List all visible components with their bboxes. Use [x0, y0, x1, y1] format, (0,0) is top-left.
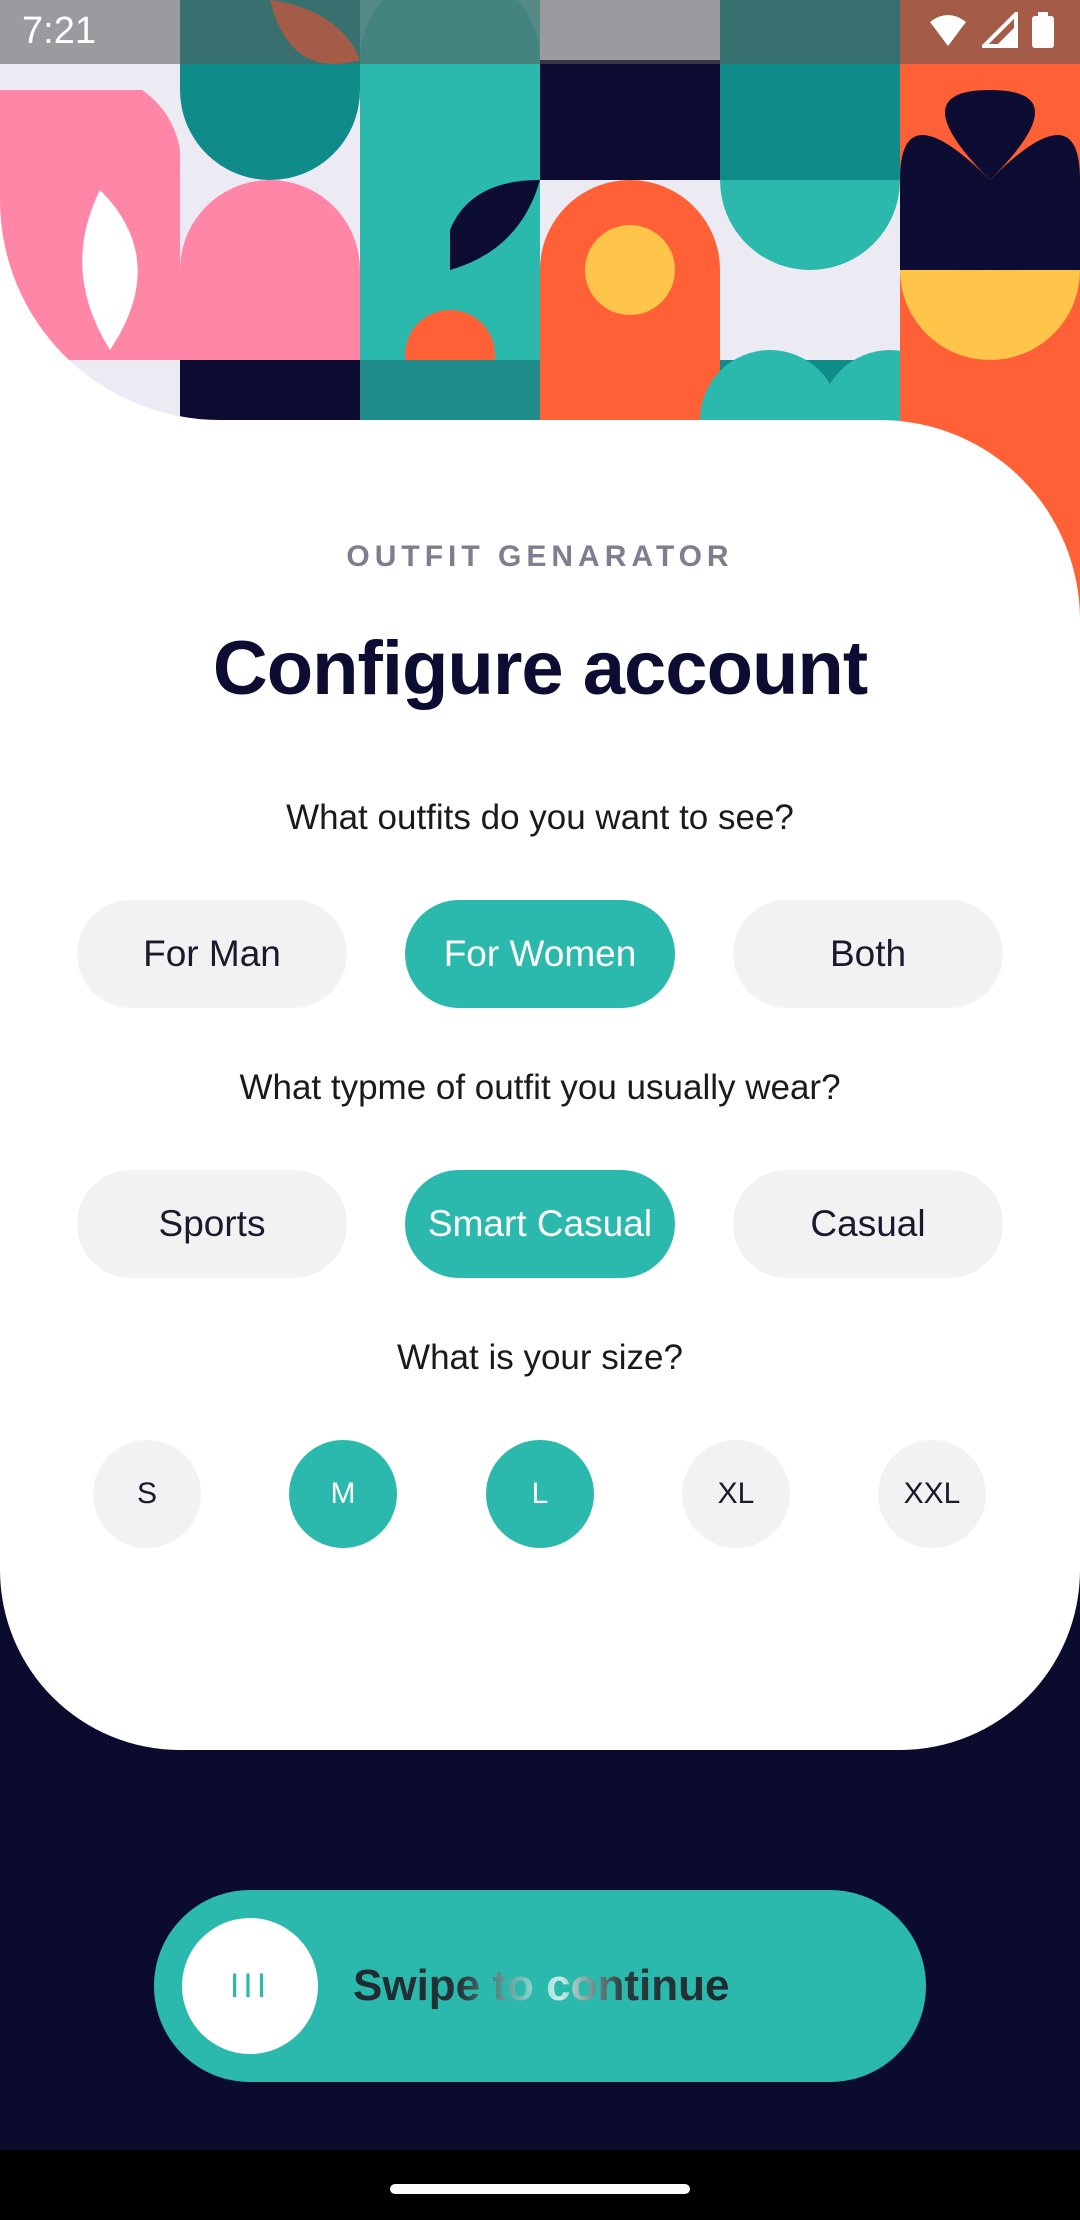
- option-casual-button[interactable]: Casual: [733, 1170, 1003, 1278]
- swipe-to-continue-slider[interactable]: III Swipe to continue: [154, 1890, 926, 2082]
- size-question-label: What is your size?: [397, 1338, 683, 1377]
- cellular-signal-icon: [982, 12, 1018, 48]
- size-options: S M L XL XXL: [0, 1440, 1080, 1548]
- option-for-man-button[interactable]: For Man: [77, 900, 347, 1008]
- home-gesture-handle[interactable]: [390, 2184, 690, 2194]
- swipe-label: Swipe to continue: [353, 1890, 729, 2082]
- style-question-label: What typme of outfit you usually wear?: [239, 1068, 841, 1107]
- status-bar: 7:21: [0, 0, 1080, 64]
- battery-icon: [1032, 12, 1054, 48]
- size-m-button[interactable]: M: [289, 1440, 397, 1548]
- size-xxl-button[interactable]: XXL: [878, 1440, 986, 1548]
- size-xl-button[interactable]: XL: [682, 1440, 790, 1548]
- swipe-handle-icon[interactable]: III: [182, 1918, 318, 2054]
- size-l-button[interactable]: L: [486, 1440, 594, 1548]
- status-time: 7:21: [22, 10, 96, 52]
- option-smart-casual-button[interactable]: Smart Casual: [405, 1170, 675, 1278]
- style-options: Sports Smart Casual Casual: [0, 1170, 1080, 1278]
- gender-question-label: What outfits do you want to see?: [286, 798, 794, 837]
- option-sports-button[interactable]: Sports: [77, 1170, 347, 1278]
- gender-options: For Man For Women Both: [0, 900, 1080, 1008]
- status-icons: [928, 12, 1054, 48]
- configuration-form: OUTFIT GENARATOR Configure account What …: [0, 420, 1080, 1750]
- page-title: Configure account: [212, 626, 868, 711]
- app-eyebrow-label: OUTFIT GENARATOR: [346, 540, 734, 573]
- wifi-icon: [930, 15, 966, 46]
- option-both-button[interactable]: Both: [733, 900, 1003, 1008]
- option-for-women-button[interactable]: For Women: [405, 900, 675, 1008]
- size-s-button[interactable]: S: [93, 1440, 201, 1548]
